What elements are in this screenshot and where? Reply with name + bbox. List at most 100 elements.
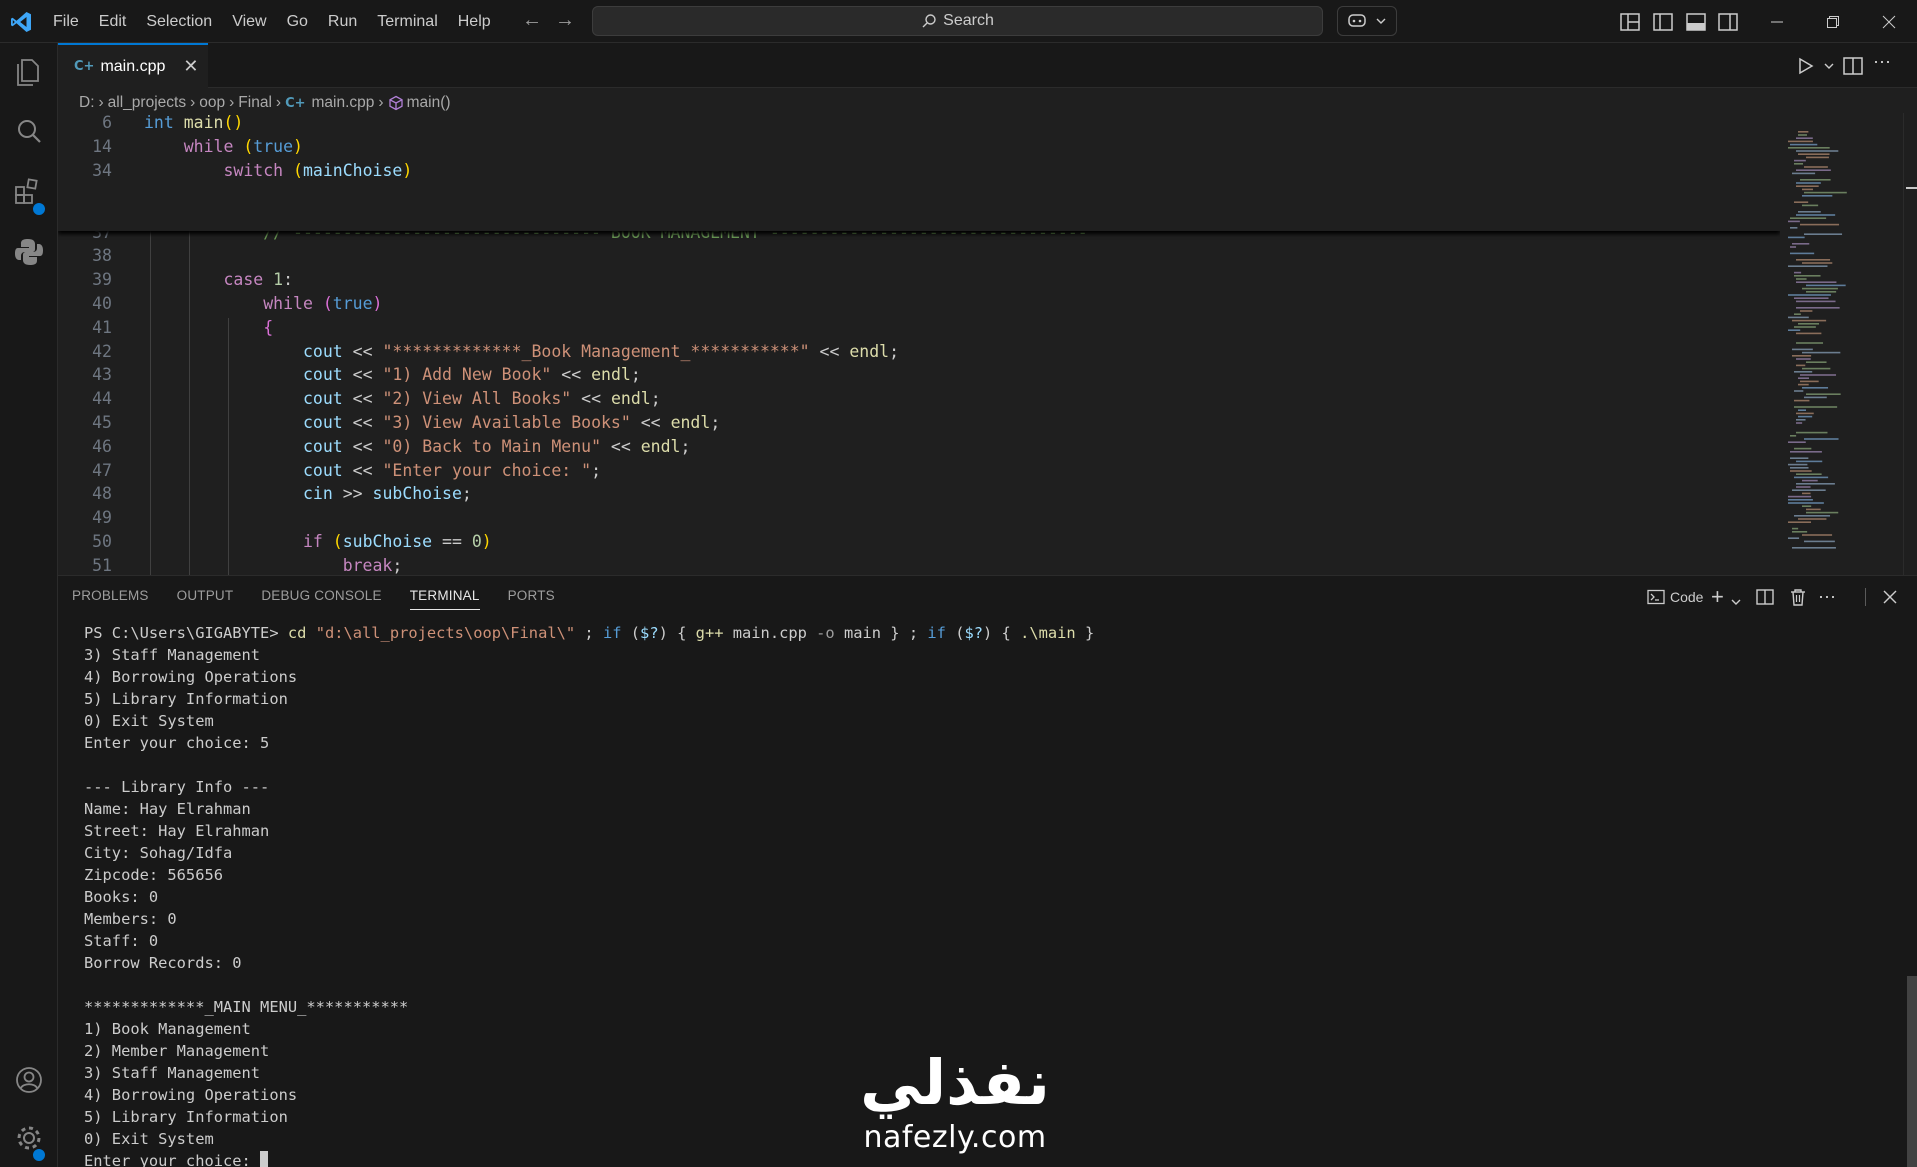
tab-ports[interactable]: PORTS bbox=[508, 576, 555, 616]
minimap-line bbox=[1802, 479, 1818, 482]
tab-problems[interactable]: PROBLEMS bbox=[72, 576, 149, 616]
close-tab-icon[interactable]: ✕ bbox=[183, 56, 198, 77]
minimap-line bbox=[1806, 291, 1837, 293]
restore-button[interactable] bbox=[1805, 0, 1861, 43]
panel-more-actions-icon[interactable]: ⋯ bbox=[1818, 586, 1836, 608]
terminal-dropdown-icon[interactable] bbox=[1731, 591, 1741, 613]
panel-actions-divider bbox=[1865, 588, 1866, 606]
menu-selection[interactable]: Selection bbox=[136, 0, 222, 43]
split-editor-icon[interactable] bbox=[1842, 55, 1864, 77]
minimap-line bbox=[1796, 419, 1806, 421]
close-panel-icon[interactable] bbox=[1881, 586, 1899, 608]
menu-edit[interactable]: Edit bbox=[89, 0, 137, 43]
menu-terminal[interactable]: Terminal bbox=[367, 0, 447, 43]
forward-arrow-icon[interactable]: → bbox=[553, 9, 577, 33]
minimap-line bbox=[1796, 358, 1811, 360]
minimap-line bbox=[1792, 489, 1826, 491]
code-line: cin >> subChoise; bbox=[302, 484, 472, 504]
customize-layout-icon[interactable] bbox=[1619, 11, 1641, 33]
code-line: cout << "Enter your choice: "; bbox=[302, 460, 602, 480]
menu-file[interactable]: File bbox=[43, 0, 89, 43]
indent-guide bbox=[189, 175, 190, 575]
tab-debug-console[interactable]: DEBUG CONSOLE bbox=[261, 576, 381, 616]
split-terminal-icon[interactable] bbox=[1755, 586, 1775, 608]
breadcrumb-symbol[interactable]: main() bbox=[407, 94, 451, 112]
breadcrumb-folder[interactable]: all_projects bbox=[108, 94, 186, 112]
minimap-line bbox=[1792, 527, 1799, 530]
minimize-button[interactable] bbox=[1749, 0, 1805, 43]
minimap-line bbox=[1794, 271, 1802, 274]
minimap-line bbox=[1806, 284, 1846, 287]
menu-help[interactable]: Help bbox=[448, 0, 501, 43]
menu-view[interactable]: View bbox=[222, 0, 276, 43]
copilot-button[interactable] bbox=[1337, 6, 1397, 36]
new-terminal-icon[interactable]: + bbox=[1711, 584, 1724, 609]
close-window-button[interactable] bbox=[1861, 0, 1917, 43]
minimap-line bbox=[1800, 179, 1831, 181]
python-icon[interactable] bbox=[12, 235, 46, 269]
minimap-line bbox=[1804, 396, 1827, 399]
search-sidebar-icon[interactable] bbox=[12, 115, 46, 149]
breadcrumb-sep-icon: › bbox=[98, 94, 104, 111]
settings-update-badge bbox=[31, 1147, 47, 1163]
terminal-line: City: Sohag/Idfa bbox=[84, 844, 233, 862]
indent-guide bbox=[228, 318, 229, 575]
terminal-line: Street: Hay Elrahman bbox=[84, 822, 270, 840]
run-code-icon[interactable] bbox=[1795, 55, 1817, 77]
minimap-line bbox=[1796, 486, 1811, 488]
minimap-line bbox=[1798, 377, 1810, 379]
minimap-line bbox=[1806, 508, 1821, 511]
more-actions-icon[interactable]: ⋯ bbox=[1873, 52, 1891, 73]
terminal-scroll-thumb[interactable] bbox=[1907, 976, 1917, 1167]
code-line: if (subChoise == 0) bbox=[302, 532, 492, 551]
terminal-line: Enter your choice: 5 bbox=[84, 734, 270, 752]
kill-terminal-trash-icon[interactable] bbox=[1788, 586, 1808, 608]
toggle-panel-icon[interactable] bbox=[1685, 11, 1707, 33]
terminal-line: Staff: 0 bbox=[84, 932, 159, 950]
vscode-window: File Edit Selection View Go Run Terminal Help ←… bbox=[0, 0, 1917, 1167]
minimap-line bbox=[1788, 329, 1801, 331]
breadcrumb-sep-icon: › bbox=[190, 94, 196, 111]
breadcrumb-folder[interactable]: Final bbox=[238, 94, 272, 112]
toggle-primary-sidebar-icon[interactable] bbox=[1652, 11, 1674, 33]
breadcrumb-drive[interactable]: D: bbox=[79, 94, 95, 112]
explorer-icon[interactable] bbox=[12, 55, 46, 89]
code-line: cout << "0) Back to Main Menu" << endl; bbox=[302, 436, 691, 456]
command-center-search[interactable]: Search bbox=[592, 6, 1323, 36]
breadcrumb-folder[interactable]: oop bbox=[199, 94, 225, 112]
minimap-line bbox=[1796, 281, 1837, 283]
minimap-line bbox=[1798, 153, 1830, 155]
back-arrow-icon[interactable]: ← bbox=[520, 9, 544, 33]
terminal-line: --- Library Info --- bbox=[84, 778, 270, 796]
tab-main-cpp[interactable]: C+ main.cpp ✕ bbox=[58, 43, 208, 88]
terminal-scrollbar[interactable] bbox=[1903, 616, 1917, 1167]
line-number: 45 bbox=[92, 413, 112, 432]
run-dropdown-icon[interactable] bbox=[1824, 61, 1834, 71]
minimap-line bbox=[1790, 143, 1818, 146]
tab-output[interactable]: OUTPUT bbox=[177, 576, 234, 616]
minimap[interactable] bbox=[1780, 113, 1908, 575]
breadcrumb-sep-icon: › bbox=[229, 94, 235, 111]
code-editor[interactable]: 35 {3637 // ----------------------------… bbox=[58, 113, 1780, 575]
cpp-file-icon: C+ bbox=[285, 95, 306, 111]
terminal-profile-button[interactable]: Code bbox=[1647, 586, 1703, 608]
terminal-line: Zipcode: 565656 bbox=[84, 866, 223, 884]
terminal-profile-label: Code bbox=[1670, 589, 1704, 605]
minimap-line bbox=[1794, 275, 1821, 277]
minimap-line bbox=[1804, 191, 1847, 194]
minimap-line bbox=[1792, 243, 1810, 245]
watermark-logo: نفذلي nafezly.com bbox=[835, 1048, 1075, 1167]
menu-go[interactable]: Go bbox=[277, 0, 318, 43]
breadcrumb-file[interactable]: main.cpp bbox=[312, 94, 375, 112]
editor-tabs: C+ main.cpp ✕ ⋯ bbox=[58, 43, 1917, 88]
minimap-line bbox=[1792, 319, 1827, 322]
accounts-icon[interactable] bbox=[12, 1063, 46, 1097]
tab-terminal[interactable]: TERMINAL bbox=[409, 576, 480, 616]
sticky-scroll-header[interactable]: 6 int main() 14 while (true) 34 switch (mai… bbox=[58, 113, 1780, 231]
copilot-icon bbox=[1347, 14, 1366, 27]
menu-run[interactable]: Run bbox=[318, 0, 367, 43]
minimap-line bbox=[1796, 422, 1803, 424]
toggle-secondary-sidebar-icon[interactable] bbox=[1717, 11, 1739, 33]
editor-scrollbar[interactable] bbox=[1903, 113, 1917, 575]
